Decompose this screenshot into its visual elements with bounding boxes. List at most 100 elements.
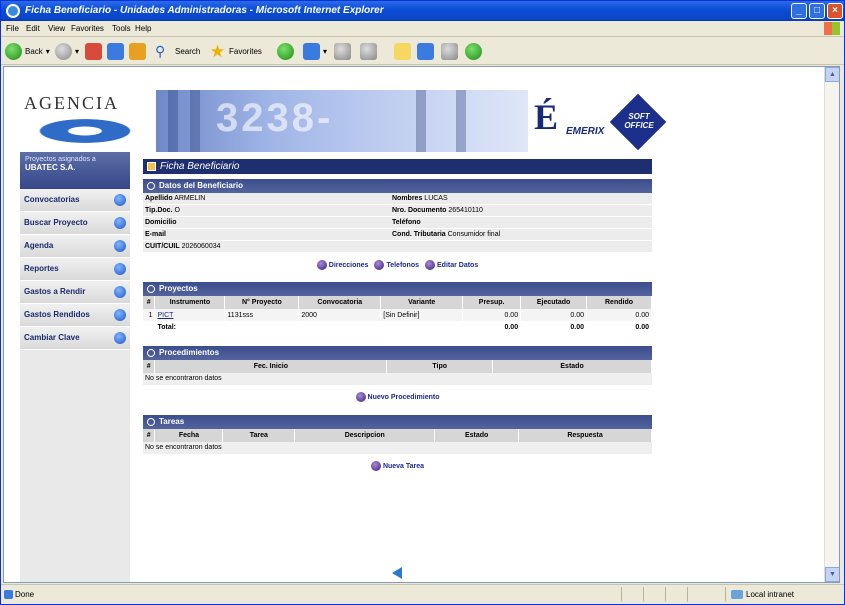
folder-icon	[394, 42, 411, 60]
telefonos-link[interactable]: Telefonos	[374, 260, 419, 270]
emerix-letter: É	[534, 97, 559, 137]
menu-view[interactable]: View	[48, 24, 65, 33]
menu-file[interactable]: File	[6, 24, 19, 33]
agencia-swoosh-icon	[28, 116, 142, 146]
direcciones-link[interactable]: Direcciones	[316, 260, 368, 270]
card-icon	[147, 162, 156, 171]
tareas-actions: Nueva Tarea	[143, 454, 652, 478]
scroll-up-icon[interactable]: ▲	[825, 67, 839, 82]
page-title: Ficha Beneficiario	[160, 161, 240, 172]
arrow-circle-icon	[114, 286, 126, 298]
status-separator	[621, 587, 622, 602]
left-nav: Proyectos asignados a UBATEC S.A. Convoc…	[20, 152, 130, 582]
bullet-icon	[374, 260, 385, 270]
banner-photo-number: 3238-	[216, 96, 334, 140]
ie-logo-icon	[6, 4, 20, 18]
nav-agenda[interactable]: Agenda	[20, 235, 130, 258]
cell-proyecto: 1131sss	[224, 309, 300, 321]
table-header-row: # Instrumento N° Proyecto Convocatoria V…	[143, 296, 652, 309]
edit-button[interactable]	[360, 41, 377, 61]
field-label: Cond. Tributaria	[392, 231, 446, 238]
instrumento-link[interactable]: PICT	[154, 309, 226, 321]
back-button[interactable]: Back ▾	[5, 41, 50, 61]
people-button[interactable]	[465, 41, 482, 61]
nav-convocatorias[interactable]: Convocatorias	[20, 189, 130, 212]
history-button[interactable]	[277, 41, 294, 61]
main-panel: Ficha Beneficiario Datos del Beneficiari…	[143, 159, 652, 582]
banner-column	[456, 90, 466, 152]
nuevo-procedimiento-link[interactable]: Nuevo Procedimiento	[355, 392, 439, 402]
arrow-circle-icon	[114, 332, 126, 344]
toolbar: Back ▾ ▾ ⚲ Search ★ Favorites ▾	[1, 37, 844, 65]
menu-tools[interactable]: Tools	[112, 24, 131, 33]
minimize-button[interactable]: _	[791, 3, 807, 19]
page-header: Ficha Beneficiario	[143, 159, 652, 174]
procedimientos-actions: Nuevo Procedimiento	[143, 385, 652, 409]
field-value: O	[174, 207, 180, 214]
close-button[interactable]: ×	[827, 3, 843, 19]
column-header: Convocatoria	[298, 296, 382, 309]
field-empty	[390, 241, 652, 253]
total-label: Total:	[154, 321, 226, 333]
research-button[interactable]	[417, 41, 434, 61]
field-label: Teléfono	[392, 219, 421, 226]
column-header: Fecha	[154, 429, 224, 442]
maximize-button[interactable]: □	[809, 3, 825, 19]
stop-button[interactable]	[85, 41, 102, 61]
total-row: Total: 0.00 0.00 0.00	[143, 321, 652, 333]
status-separator	[725, 587, 726, 602]
nav-gastos-rendidos[interactable]: Gastos Rendidos	[20, 304, 130, 327]
bullet-icon	[316, 260, 327, 270]
cell-empty	[224, 321, 300, 333]
cell-empty	[143, 321, 156, 333]
nav-cambiar-clave[interactable]: Cambiar Clave	[20, 327, 130, 350]
field-label: Tip.Doc.	[145, 207, 173, 214]
field-value: Consumidor final	[447, 231, 501, 238]
home-button[interactable]	[129, 41, 146, 61]
print-icon	[334, 42, 351, 60]
table-header-row: # Fec. Inicio Tipo Estado	[143, 360, 652, 373]
field-label: Nro. Documento	[392, 207, 447, 214]
total-rendido: 0.00	[586, 321, 652, 333]
column-header: Presup.	[462, 296, 522, 309]
menu-bar: File Edit View Favorites Tools Help	[1, 21, 844, 37]
menu-edit[interactable]: Edit	[26, 24, 40, 33]
search-button[interactable]: ⚲ Search	[155, 41, 200, 61]
section-title: Datos del Beneficiario	[159, 181, 244, 190]
column-header: #	[143, 360, 156, 373]
total-ejecutado: 0.00	[520, 321, 588, 333]
tareas-table: # Fecha Tarea Descripcion Estado Respues…	[143, 429, 652, 442]
beneficiario-actions: Direcciones Telefonos Editar Datos	[143, 253, 652, 277]
scroll-down-icon[interactable]: ▼	[825, 567, 839, 582]
field-value: ARMELIN	[174, 195, 206, 202]
cell-empty	[298, 321, 382, 333]
editar-datos-link[interactable]: Editar Datos	[425, 260, 478, 270]
nueva-tarea-link[interactable]: Nueva Tarea	[370, 461, 424, 471]
mail-button[interactable]: ▾	[303, 41, 327, 61]
section-title: Procedimientos	[159, 348, 220, 357]
forward-arrow-icon	[55, 42, 72, 60]
menu-help[interactable]: Help	[135, 24, 151, 33]
refresh-button[interactable]	[107, 41, 124, 61]
folder-button[interactable]	[394, 41, 411, 61]
messenger-button[interactable]	[441, 41, 458, 61]
banner-column	[168, 90, 178, 152]
emerix-text: EMERIX	[566, 126, 605, 137]
menu-favorites[interactable]: Favorites	[71, 24, 104, 33]
vertical-scrollbar[interactable]: ▲ ▼	[824, 67, 839, 582]
nav-reportes[interactable]: Reportes	[20, 258, 130, 281]
favorites-button[interactable]: ★ Favorites	[209, 41, 262, 61]
nav-gastos-a-rendir[interactable]: Gastos a Rendir	[20, 281, 130, 304]
forward-button[interactable]: ▾	[55, 41, 79, 61]
back-arrow-icon[interactable]	[392, 567, 402, 579]
bullet-icon	[425, 260, 435, 270]
circle-icon	[147, 285, 155, 293]
section-header-beneficiario: Datos del Beneficiario	[143, 179, 652, 193]
research-icon	[417, 42, 434, 60]
agencia-logo: AGENCIA	[20, 90, 156, 152]
nav-label: Reportes	[24, 264, 59, 273]
zone-label: Local intranet	[746, 590, 795, 599]
nav-buscar-proyecto[interactable]: Buscar Proyecto	[20, 212, 130, 235]
banner-column	[190, 90, 200, 152]
print-button[interactable]	[334, 41, 351, 61]
